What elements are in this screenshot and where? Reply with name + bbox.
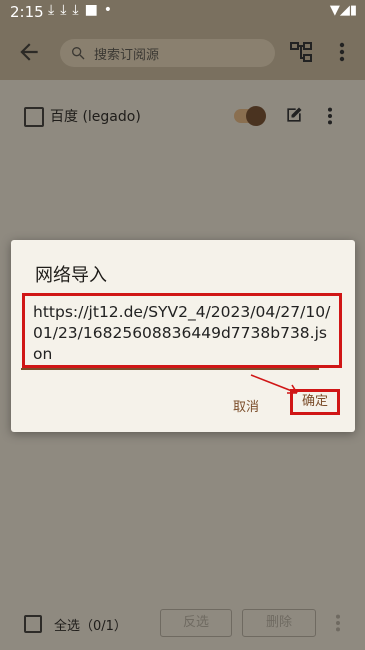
input-underline bbox=[21, 368, 319, 370]
app-bar: 搜索订阅源 bbox=[0, 26, 365, 80]
url-input[interactable]: https://jt12.de/SYV2_4/2023/04/27/10/01/… bbox=[33, 302, 335, 365]
search-icon bbox=[72, 47, 85, 60]
status-bar: 2:15 ⤓⤓⤓■• ▼◢▮ bbox=[0, 0, 365, 26]
select-all-checkbox[interactable] bbox=[24, 615, 42, 633]
select-all-label[interactable]: 全选（0/1） bbox=[54, 615, 127, 634]
more-vert-icon[interactable] bbox=[333, 612, 343, 634]
network-import-dialog: 网络导入 https://jt12.de/SYV2_4/2023/04/27/1… bbox=[11, 240, 355, 432]
sitemap-icon[interactable] bbox=[289, 40, 313, 64]
bottom-action-bar: 全选（0/1） 反选 删除 bbox=[0, 598, 365, 650]
cancel-button[interactable]: 取消 bbox=[233, 396, 259, 415]
download-notification-icons: ⤓⤓⤓■• bbox=[48, 2, 119, 18]
search-placeholder: 搜索订阅源 bbox=[94, 48, 160, 63]
toggle-thumb bbox=[246, 106, 266, 126]
item-label: 百度 (legado) bbox=[50, 109, 141, 125]
system-status-icons: ▼◢▮ bbox=[329, 3, 357, 18]
url-highlight-box: https://jt12.de/SYV2_4/2023/04/27/10/01/… bbox=[22, 293, 342, 368]
delete-button[interactable]: 删除 bbox=[242, 609, 316, 637]
search-input[interactable]: 搜索订阅源 bbox=[60, 39, 275, 67]
arrow-back-icon[interactable] bbox=[16, 39, 42, 65]
status-time: 2:15 bbox=[10, 3, 44, 21]
more-vert-icon[interactable] bbox=[337, 40, 347, 64]
list-item[interactable]: 百度 (legado) bbox=[0, 80, 365, 152]
item-checkbox[interactable] bbox=[24, 107, 44, 127]
more-vert-icon[interactable] bbox=[325, 105, 335, 127]
confirm-button[interactable]: 确定 bbox=[290, 389, 340, 415]
invert-selection-button[interactable]: 反选 bbox=[160, 609, 232, 637]
edit-icon[interactable] bbox=[284, 105, 304, 125]
dialog-title: 网络导入 bbox=[35, 265, 107, 286]
